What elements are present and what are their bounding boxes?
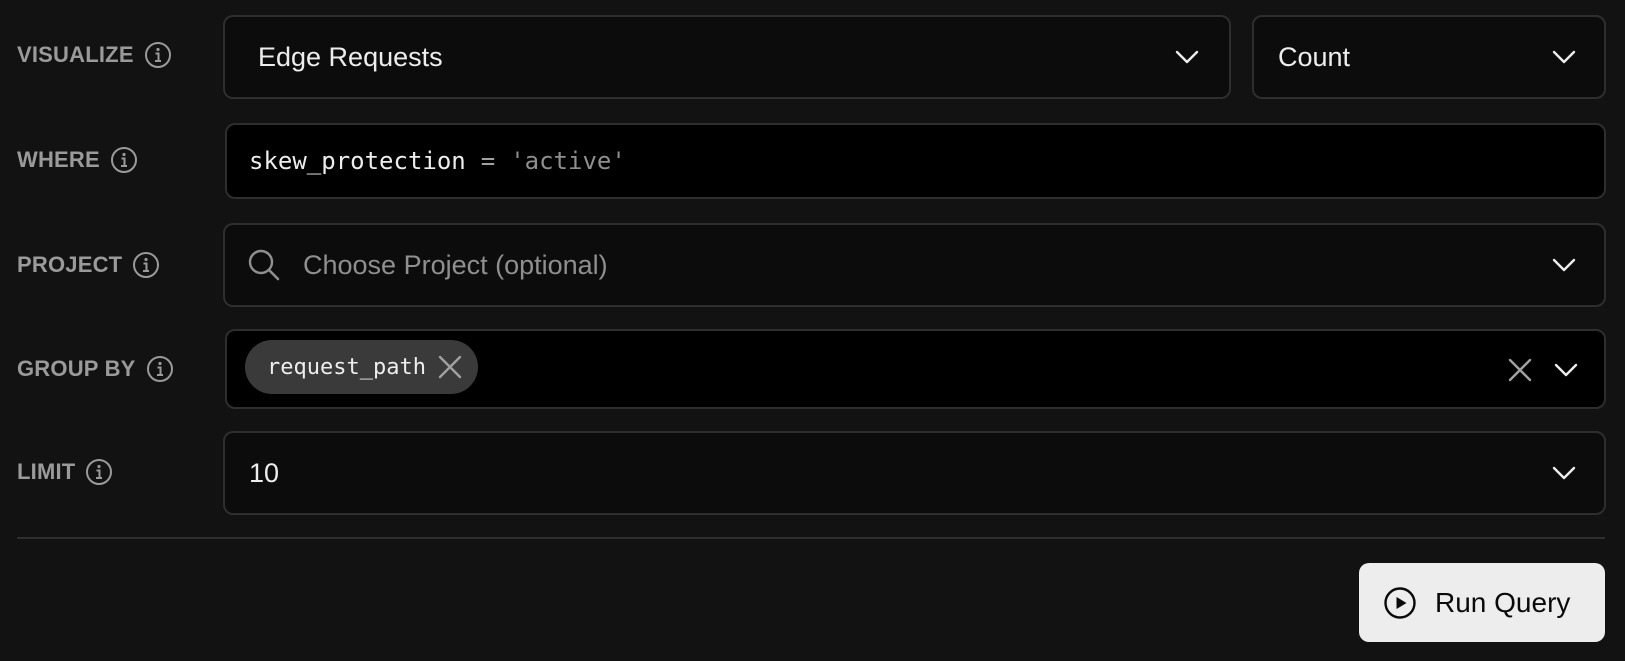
info-icon[interactable] [132, 251, 160, 279]
info-icon[interactable] [110, 146, 138, 174]
play-circle-icon [1383, 586, 1417, 620]
filter-field: skew_protection [249, 147, 466, 175]
run-query-label: Run Query [1435, 586, 1571, 618]
filter-operator: = [480, 147, 496, 175]
search-icon [247, 248, 281, 282]
group-by-multiselect[interactable]: request_path [225, 329, 1606, 409]
group-by-label-group: GROUP BY [17, 349, 174, 389]
metric-select-value: Edge Requests [258, 41, 443, 72]
limit-label-group: LIMIT [17, 452, 113, 492]
limit-select[interactable]: 10 [223, 431, 1606, 515]
chevron-down-icon [1550, 459, 1578, 487]
info-icon[interactable] [85, 458, 113, 486]
chevron-down-icon [1550, 43, 1578, 71]
filter-value: 'active' [510, 147, 626, 175]
run-query-button[interactable]: Run Query [1359, 563, 1605, 642]
info-icon[interactable] [144, 41, 172, 69]
divider [17, 537, 1605, 539]
where-filter-input[interactable]: skew_protection = 'active' [225, 123, 1606, 199]
where-label-group: WHERE [17, 140, 138, 180]
visualize-label: VISUALIZE [17, 42, 134, 67]
project-label: PROJECT [17, 252, 123, 277]
chevron-down-icon [1550, 251, 1578, 279]
project-label-group: PROJECT [17, 245, 160, 285]
group-by-label: GROUP BY [17, 356, 136, 381]
chevron-down-icon [1173, 43, 1201, 71]
where-label: WHERE [17, 147, 100, 172]
project-placeholder: Choose Project (optional) [303, 249, 608, 280]
close-icon[interactable] [436, 353, 464, 381]
clear-all-icon[interactable] [1506, 356, 1534, 384]
chevron-down-icon[interactable] [1552, 356, 1580, 384]
aggregation-select-value: Count [1278, 41, 1351, 72]
project-select[interactable]: Choose Project (optional) [223, 223, 1606, 307]
limit-label: LIMIT [17, 459, 76, 484]
visualize-label-group: VISUALIZE [17, 35, 172, 75]
chip-label: request_path [267, 354, 426, 380]
aggregation-select[interactable]: Count [1252, 15, 1606, 99]
info-icon[interactable] [146, 355, 174, 383]
metric-select[interactable]: Edge Requests [223, 15, 1231, 99]
group-by-chip: request_path [245, 340, 478, 394]
limit-select-value: 10 [249, 457, 280, 488]
